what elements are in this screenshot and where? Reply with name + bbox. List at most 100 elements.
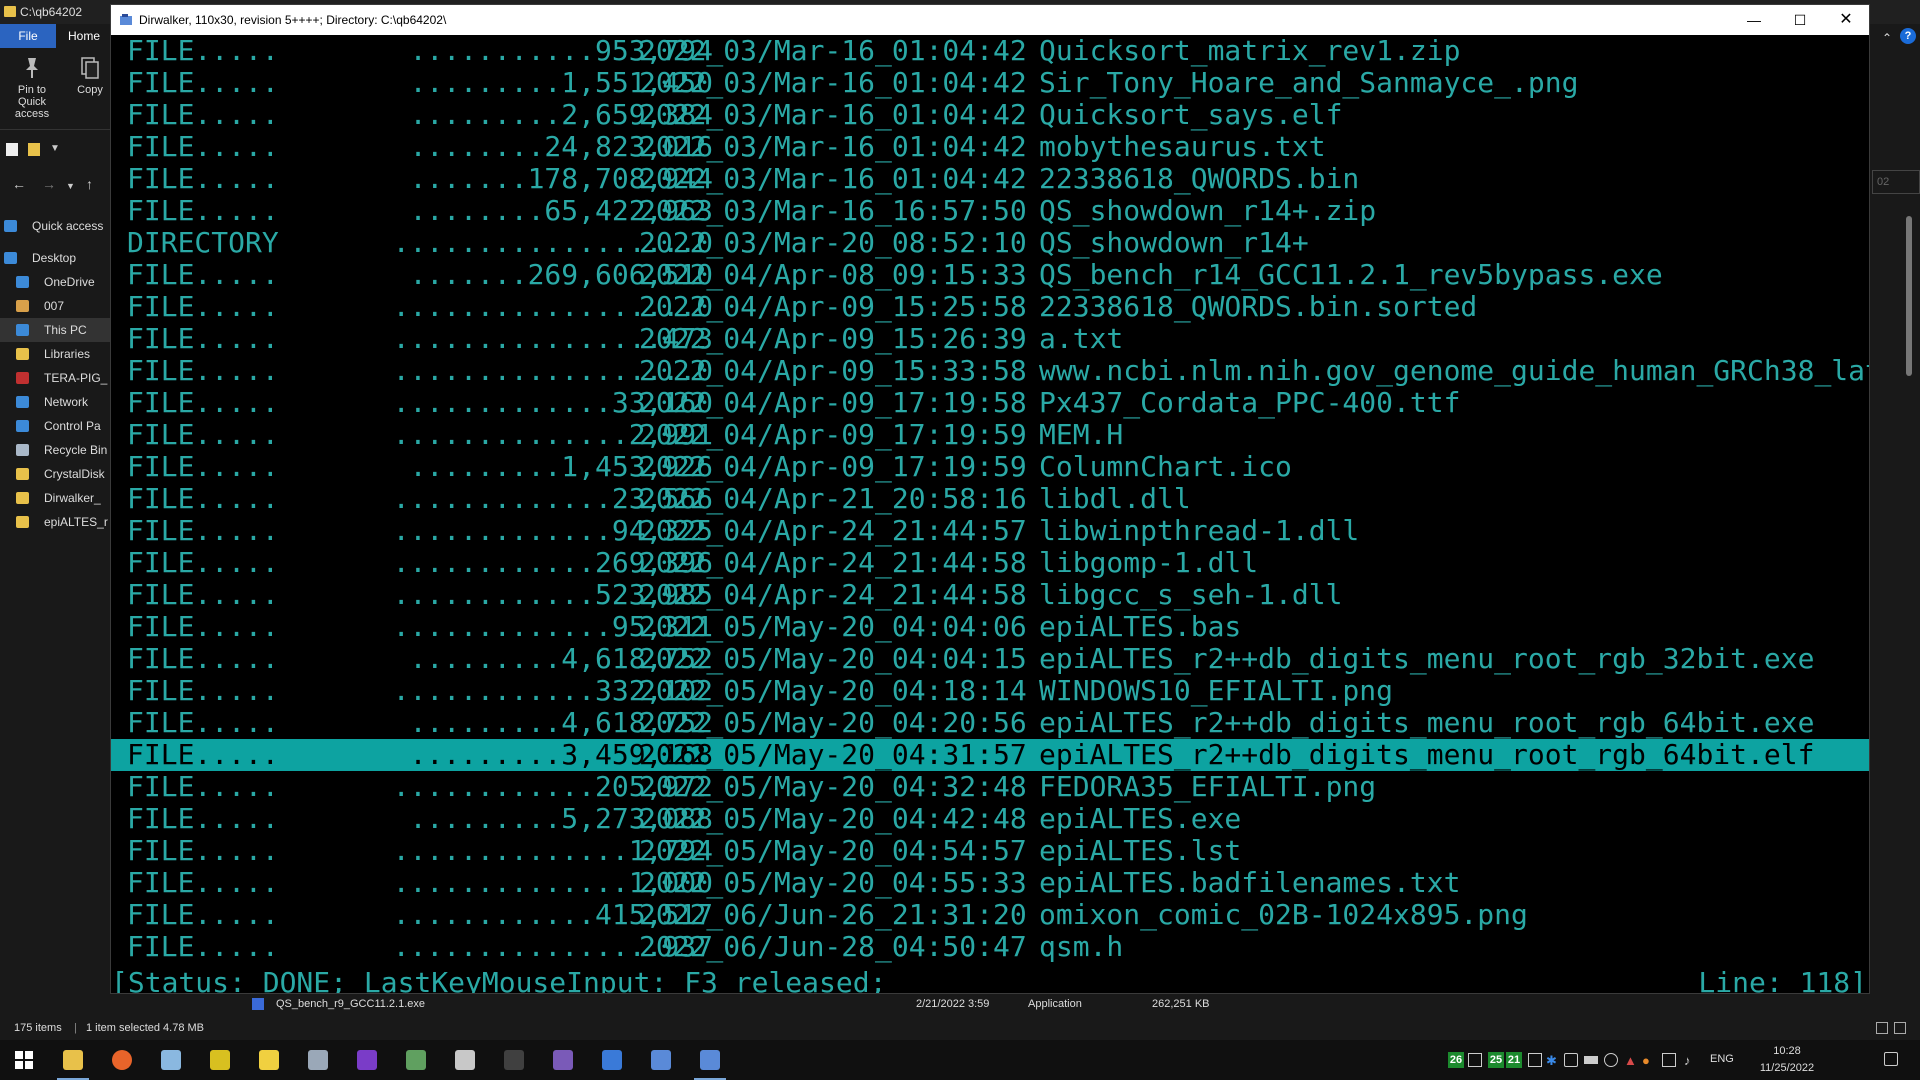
- listing-row[interactable]: FILE..... ..............1,000 2022_05/May-…: [111, 867, 1869, 899]
- nav-item[interactable]: Desktop: [0, 246, 112, 270]
- listing-row[interactable]: FILE..... .........5,273,088 2022_05/May-2…: [111, 803, 1869, 835]
- nav-item[interactable]: OneDrive: [0, 270, 112, 294]
- battery-icon[interactable]: [1584, 1056, 1598, 1064]
- notepad-app[interactable]: [147, 1040, 195, 1080]
- file-type: Application: [1028, 998, 1082, 1010]
- listing-row[interactable]: FILE..... .......178,708,944 2022_03/Mar-1…: [111, 163, 1869, 195]
- flame-icon[interactable]: ●: [1642, 1053, 1656, 1068]
- usb-drive-icon[interactable]: [1564, 1053, 1578, 1067]
- listing-row-selected[interactable]: FILE..... .........3,459,168 2022_05/May-2…: [111, 739, 1869, 771]
- nav-item[interactable]: This PC: [0, 318, 112, 342]
- listing-row[interactable]: FILE..... ...........953,794 2022_03/Mar-1…: [111, 35, 1869, 67]
- tray-counter[interactable]: 26: [1448, 1052, 1464, 1068]
- minimize-button[interactable]: —: [1731, 5, 1777, 35]
- monitor-icon[interactable]: [1528, 1053, 1542, 1067]
- start-icon: [14, 1050, 34, 1070]
- listing-row[interactable]: FILE..... ............205,972 2022_05/May-…: [111, 771, 1869, 803]
- antivirus-icon[interactable]: ▲: [1624, 1053, 1638, 1068]
- listing-row[interactable]: FILE..... ..................0 2022_04/Apr-…: [111, 355, 1869, 387]
- listing-row[interactable]: FILE..... ............415,517 2022_06/Jun-…: [111, 899, 1869, 931]
- listing-row[interactable]: FILE..... ............332,102 2022_05/May-…: [111, 675, 1869, 707]
- nav-item[interactable]: CrystalDisk: [0, 462, 112, 486]
- volume-icon[interactable]: ♪: [1684, 1053, 1698, 1068]
- sticky-notes-app[interactable]: [245, 1040, 293, 1080]
- network-globe-icon[interactable]: [1604, 1053, 1618, 1067]
- nav-item[interactable]: epiALTES_r: [0, 510, 112, 534]
- translator-app[interactable]: [588, 1040, 636, 1080]
- back-arrow-icon[interactable]: ←: [12, 176, 26, 192]
- new-folder-icon[interactable]: [28, 143, 40, 156]
- nav-item[interactable]: Dirwalker_: [0, 486, 112, 510]
- large-icons-view-icon[interactable]: [1894, 1022, 1906, 1034]
- nav-item[interactable]: Control Pa: [0, 414, 112, 438]
- listing-row[interactable]: FILE..... ............523,985 2022_04/Apr-…: [111, 579, 1869, 611]
- file-list-row[interactable]: QS_bench_r9_GCC11.2.1.exe 2/21/2022 3:59…: [252, 994, 1452, 1014]
- nav-item[interactable]: Recycle Bin: [0, 438, 112, 462]
- recent-locations-icon[interactable]: ▼: [66, 181, 75, 191]
- maximize-button[interactable]: ☐: [1777, 5, 1823, 35]
- qb64-app[interactable]: [196, 1040, 244, 1080]
- pin-to-quick-access-button[interactable]: Pin to Quick access: [4, 52, 60, 120]
- browser-app[interactable]: [441, 1040, 489, 1080]
- nav-item[interactable]: TERA-PIG_: [0, 366, 112, 390]
- tray-counter[interactable]: 21: [1506, 1052, 1522, 1068]
- explorer-scrollbar[interactable]: [1902, 206, 1916, 1016]
- listing-row[interactable]: FILE..... .........1,453,926 2022_04/Apr-0…: [111, 451, 1869, 483]
- entry-name: epiALTES.lst: [1039, 835, 1242, 867]
- tab-home[interactable]: Home: [58, 24, 110, 48]
- dirwalker-active-app[interactable]: [686, 1040, 734, 1080]
- display-icon[interactable]: [1662, 1053, 1676, 1067]
- device-icon[interactable]: [1468, 1053, 1482, 1067]
- clock[interactable]: 10:28 11/25/2022: [1752, 1043, 1822, 1077]
- listing-row[interactable]: FILE..... .............23,566 2022_04/Apr-…: [111, 483, 1869, 515]
- listing-row[interactable]: FILE..... ..............2,991 2022_04/Apr-…: [111, 419, 1869, 451]
- nav-item[interactable]: 007: [0, 294, 112, 318]
- listing-row[interactable]: FILE..... ................937 2022_06/Jun-…: [111, 931, 1869, 963]
- search-input[interactable]: 02: [1872, 170, 1920, 194]
- terminal-app[interactable]: [490, 1040, 538, 1080]
- entry-date: 2022_04/Apr-09_15:33:58: [639, 355, 1027, 387]
- listing-row[interactable]: DIRECTORY ..................0 2022_03/Mar-…: [111, 227, 1869, 259]
- listing-row[interactable]: FILE..... .........4,618,752 2022_05/May-2…: [111, 643, 1869, 675]
- listing-row[interactable]: FILE..... .............95,311 2022_05/May-…: [111, 611, 1869, 643]
- listing-row[interactable]: FILE..... ........65,422,963 2022_03/Mar-1…: [111, 195, 1869, 227]
- listing-row[interactable]: FILE..... .........4,618,752 2022_05/May-2…: [111, 707, 1869, 739]
- listing-row[interactable]: FILE..... ..................0 2022_04/Apr-…: [111, 291, 1869, 323]
- listing-row[interactable]: FILE..... .........2,659,384 2022_03/Mar-1…: [111, 99, 1869, 131]
- nav-item[interactable]: Libraries: [0, 342, 112, 366]
- details-view-icon[interactable]: [1876, 1022, 1888, 1034]
- listing-row[interactable]: FILE..... .............33,160 2022_04/Apr-…: [111, 387, 1869, 419]
- listing-row[interactable]: FILE..... ................473 2022_04/Apr-…: [111, 323, 1869, 355]
- entry-name: libgcc_s_seh-1.dll: [1039, 579, 1343, 611]
- language-indicator[interactable]: ENG: [1710, 1053, 1734, 1065]
- listing-row[interactable]: FILE..... ............269,396 2022_04/Apr-…: [111, 547, 1869, 579]
- close-button[interactable]: ✕: [1823, 5, 1869, 35]
- image-viewer-app[interactable]: [392, 1040, 440, 1080]
- console-titlebar[interactable]: Dirwalker, 110x30, revision 5++++; Direc…: [111, 5, 1869, 35]
- calculator-app[interactable]: [294, 1040, 342, 1080]
- listing-row[interactable]: FILE..... .........1,551,450 2022_03/Mar-1…: [111, 67, 1869, 99]
- customize-toolbar-icon[interactable]: ▼: [50, 143, 62, 156]
- console-body[interactable]: FILE..... ...........953,794 2022_03/Mar-1…: [111, 35, 1869, 993]
- start-button[interactable]: [0, 1040, 48, 1080]
- file-explorer-app[interactable]: [49, 1040, 97, 1080]
- dirwalker-app[interactable]: [637, 1040, 685, 1080]
- listing-row[interactable]: FILE..... ........24,823,016 2022_03/Mar-1…: [111, 131, 1869, 163]
- bluetooth-icon[interactable]: ✱: [1546, 1053, 1560, 1068]
- notifications-icon[interactable]: [1884, 1052, 1898, 1066]
- visual-studio-app[interactable]: [539, 1040, 587, 1080]
- listing-row[interactable]: FILE..... .............94,325 2022_04/Apr-…: [111, 515, 1869, 547]
- nav-item[interactable]: Quick access: [0, 214, 112, 238]
- listing-row[interactable]: FILE..... ..............1,794 2022_05/May-…: [111, 835, 1869, 867]
- entry-date: 2022_05/May-20_04:20:56: [639, 707, 1027, 739]
- forward-arrow-icon[interactable]: →: [42, 176, 56, 192]
- scrollbar-thumb[interactable]: [1906, 216, 1912, 376]
- cpu-z-app[interactable]: [343, 1040, 391, 1080]
- up-arrow-icon[interactable]: ↑: [86, 176, 93, 192]
- tray-counter[interactable]: 25: [1488, 1052, 1504, 1068]
- listing-row[interactable]: FILE..... .......269,606,510 2022_04/Apr-0…: [111, 259, 1869, 291]
- firefox-app[interactable]: [98, 1040, 146, 1080]
- tab-file[interactable]: File: [0, 24, 56, 48]
- properties-icon[interactable]: [6, 143, 18, 156]
- nav-item[interactable]: Network: [0, 390, 112, 414]
